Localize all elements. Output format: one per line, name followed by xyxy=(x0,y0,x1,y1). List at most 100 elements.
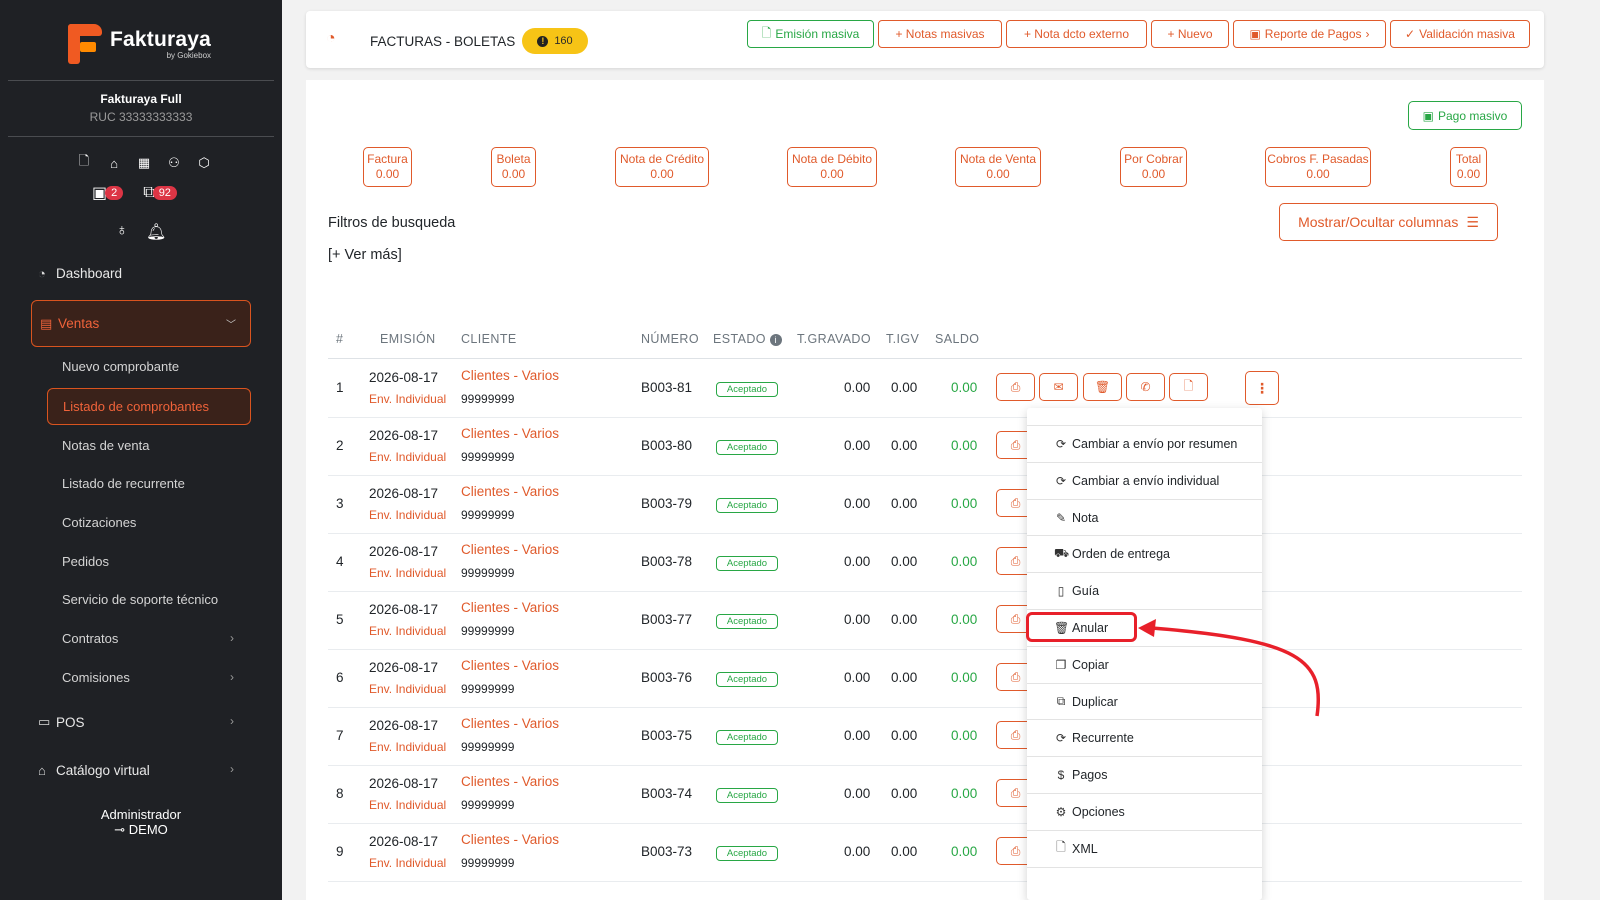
th-saldo[interactable]: SALDO xyxy=(935,332,979,346)
th-cliente[interactable]: CLIENTE xyxy=(461,332,517,346)
row-client[interactable]: Clientes - Varios xyxy=(461,542,559,557)
row-number: 8 xyxy=(336,786,344,801)
stat-nota-venta[interactable]: Nota de Venta 0.00 xyxy=(955,147,1041,187)
dropdown-item-cambiar-a-envio-individual[interactable]: ⟳ Cambiar a envío individual xyxy=(1027,461,1262,499)
mail-button[interactable]: ✉ xyxy=(1039,373,1078,401)
nav-pos[interactable]: ▭ POS xyxy=(38,714,85,730)
bell-icon[interactable]: 🔔︎ xyxy=(146,222,166,242)
th-gravado[interactable]: T.GRAVADO xyxy=(797,332,871,346)
alert-icon: ! xyxy=(537,35,549,47)
printer-icon: ⎙ xyxy=(1010,495,1021,510)
dropdown-item-duplicar[interactable]: ⧉ Duplicar xyxy=(1027,682,1262,720)
file-icon[interactable]: 🗋 xyxy=(74,153,94,172)
box-icon[interactable]: ⬡ xyxy=(194,154,214,172)
nota-dcto-externo-button[interactable]: + Nota dcto externo xyxy=(1006,20,1147,48)
dropdown-item-xml[interactable]: 🗋 XML xyxy=(1027,829,1262,867)
brand-logo[interactable]: Fakturaya by Gokiebox xyxy=(68,24,211,64)
validacion-masiva-button[interactable]: ✓ Validación masiva xyxy=(1390,20,1530,48)
store-icon[interactable]: ⌂ xyxy=(104,154,124,172)
dropdown-item-pagos[interactable]: $ Pagos xyxy=(1027,756,1262,793)
dollar-icon: $ xyxy=(1057,768,1065,783)
row-client[interactable]: Clientes - Varios xyxy=(461,426,559,441)
row-gravado: 0.00 xyxy=(844,496,871,511)
sub-item-listado-comprobantes[interactable]: Listado de comprobantes xyxy=(47,388,251,425)
sub-item-pedidos[interactable]: Pedidos xyxy=(62,554,109,569)
dropdown-item-orden-de-entrega[interactable]: ⛟ Orden de entrega xyxy=(1027,535,1262,572)
row-client[interactable]: Clientes - Varios xyxy=(461,368,559,383)
row-igv: 0.00 xyxy=(891,554,918,569)
whatsapp-button[interactable]: ✆ xyxy=(1126,373,1165,401)
nav-catalogo[interactable]: ⌂ Catálogo virtual xyxy=(38,762,150,778)
stat-total[interactable]: Total 0.00 xyxy=(1450,147,1487,187)
th-numero[interactable]: NÚMERO xyxy=(641,332,699,346)
sub-item-contratos[interactable]: Contratos xyxy=(62,631,118,646)
emision-masiva-button[interactable]: 🗋 Emisión masiva xyxy=(747,20,874,48)
lock-icon[interactable]: ♁ xyxy=(116,222,128,242)
stat-nota-credito[interactable]: Nota de Crédito 0.00 xyxy=(615,147,709,187)
stat-boleta[interactable]: Boleta 0.00 xyxy=(491,147,536,187)
main-content: ▣ Pago masivo Factura 0.00 Boleta 0.00 Nota… xyxy=(306,80,1544,900)
th-emision[interactable]: EMISIÓN xyxy=(380,332,436,346)
dropdown-item-label: Opciones xyxy=(1072,805,1125,819)
printer-icon: ⎙ xyxy=(1010,437,1021,452)
sub-item-soporte-tecnico[interactable]: Servicio de soporte técnico xyxy=(62,592,218,607)
table-row: 2 2026-08-17 Env. Individual Clientes - Var… xyxy=(328,418,1522,476)
trash-button[interactable]: 🗑︎ xyxy=(1083,373,1122,401)
more-actions-button[interactable]: ⋮ xyxy=(1245,371,1279,405)
row-client[interactable]: Clientes - Varios xyxy=(461,774,559,789)
dropdown-item-nota[interactable]: ✎ Nota xyxy=(1027,498,1262,536)
boxes-count[interactable]: ⧉ 92 xyxy=(143,184,177,202)
row-number: 6 xyxy=(336,670,344,685)
sub-item-listado-recurrente[interactable]: Listado de recurrente xyxy=(62,476,185,491)
dropdown-item-label: Duplicar xyxy=(1072,694,1118,709)
dropdown-item-label: Guía xyxy=(1072,584,1100,599)
sub-item-notas-venta[interactable]: Notas de venta xyxy=(62,438,149,453)
info-icon[interactable]: i xyxy=(769,334,782,346)
check-icon: ✓ xyxy=(1405,27,1416,41)
row-client-doc: 99999999 xyxy=(461,624,515,638)
calculator-icon[interactable]: ▦ xyxy=(134,154,154,172)
row-client[interactable]: Clientes - Varios xyxy=(461,484,559,499)
nav-ventas[interactable]: ▤ Ventas ﹀ xyxy=(31,300,251,347)
trash-icon: 🗑︎ xyxy=(1094,380,1111,394)
divider xyxy=(8,80,274,81)
dropdown-item-partial[interactable] xyxy=(1027,866,1262,887)
money-icon: ▣ xyxy=(1422,108,1434,123)
dropdown-item-guia[interactable]: ▯ Guía xyxy=(1027,572,1262,609)
dropdown-item-recurrente[interactable]: ⟳ Recurrente xyxy=(1027,719,1262,756)
stat-por-cobrar[interactable]: Por Cobrar 0.00 xyxy=(1120,147,1187,187)
status-badge[interactable]: ! 160 xyxy=(522,28,588,54)
notas-masivas-button[interactable]: + Notas masivas xyxy=(878,20,1002,48)
row-client[interactable]: Clientes - Varios xyxy=(461,600,559,615)
calendar-count[interactable]: ▣ 2 xyxy=(92,183,124,203)
toggle-columns-button[interactable]: Mostrar/Ocultar columnas ☰ xyxy=(1279,203,1498,241)
th-estado[interactable]: ESTADO i xyxy=(713,332,782,346)
ver-mas-link[interactable]: [+ Ver más] xyxy=(328,247,402,263)
row-client[interactable]: Clientes - Varios xyxy=(461,716,559,731)
stat-nota-debito[interactable]: Nota de Débito 0.00 xyxy=(787,147,877,187)
nuevo-button[interactable]: + Nuevo xyxy=(1151,20,1229,48)
th-igv[interactable]: T.IGV xyxy=(886,332,919,346)
stat-factura[interactable]: Factura 0.00 xyxy=(363,147,412,187)
sub-item-comisiones[interactable]: Comisiones xyxy=(62,670,130,685)
users-icon[interactable]: ⚇ xyxy=(164,154,184,172)
stat-cobros-pasadas[interactable]: Cobros F. Pasadas 0.00 xyxy=(1265,147,1371,187)
dropdown-item-cambiar-a-envio-por-resumen[interactable]: ⟳ Cambiar a envío por resumen xyxy=(1027,425,1262,462)
admin-info[interactable]: Administrador ⊸ DEMO xyxy=(0,807,282,838)
reporte-pagos-button[interactable]: ▣ Reporte de Pagos › xyxy=(1233,20,1386,48)
row-client[interactable]: Clientes - Varios xyxy=(461,832,559,847)
nav-dashboard[interactable]: ◔ Dashboard xyxy=(38,266,122,281)
dropdown-item-copiar[interactable]: ❐ Copiar xyxy=(1027,645,1262,683)
printer-button[interactable]: ⎙ xyxy=(996,373,1035,401)
row-numero: B003-76 xyxy=(641,670,693,685)
pdf-button[interactable]: 🗋 xyxy=(1169,373,1208,401)
pago-masivo-button[interactable]: ▣ Pago masivo xyxy=(1408,101,1522,130)
row-date: 2026-08-17 xyxy=(369,370,439,385)
sub-item-nuevo-comprobante[interactable]: Nuevo comprobante xyxy=(62,359,179,374)
row-gravado: 0.00 xyxy=(844,554,871,569)
row-client[interactable]: Clientes - Varios xyxy=(461,658,559,673)
printer-icon: ⎙ xyxy=(1010,785,1021,800)
sub-item-cotizaciones[interactable]: Cotizaciones xyxy=(62,515,136,530)
row-igv: 0.00 xyxy=(891,612,918,627)
dropdown-item-opciones[interactable]: ⚙ Opciones xyxy=(1027,793,1262,830)
